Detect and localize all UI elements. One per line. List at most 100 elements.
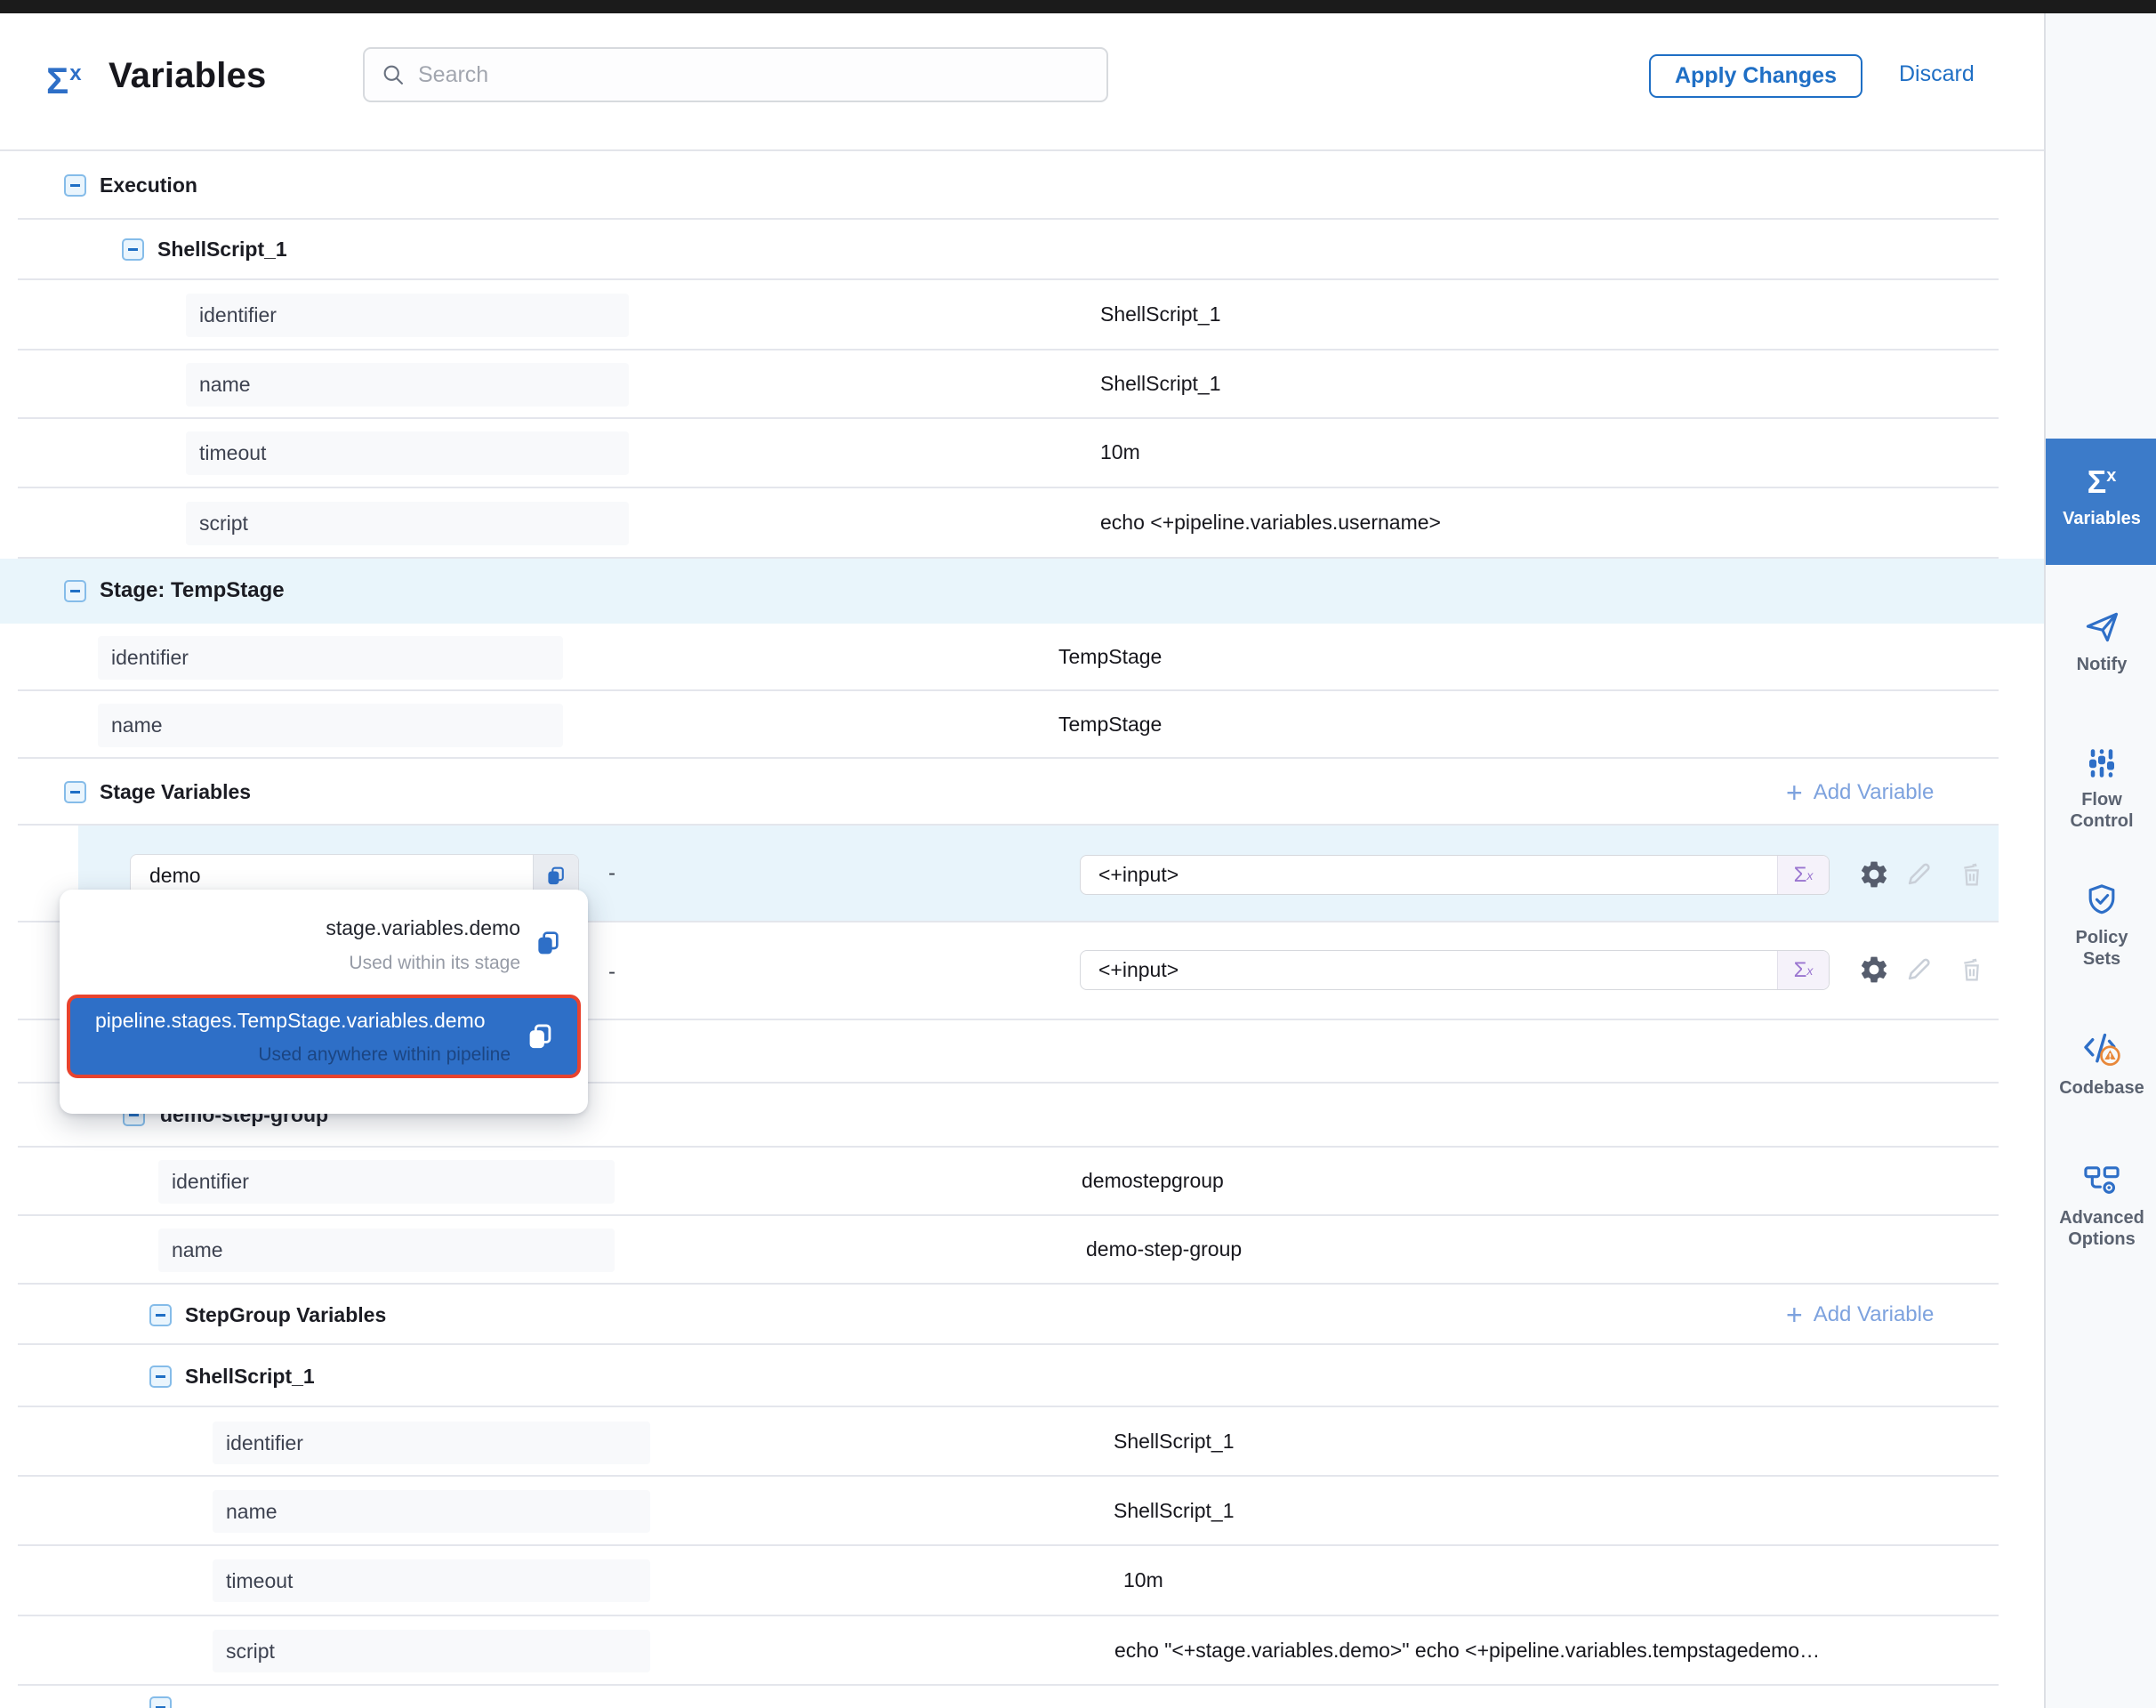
key-label: name [186, 363, 629, 407]
copy-icon[interactable] [535, 929, 563, 962]
collapse-icon[interactable] [149, 1696, 172, 1708]
key-label: name [98, 704, 563, 747]
right-sidebar: Σx Variables Notify Flow Control [2044, 13, 2156, 1708]
key-label: script [186, 502, 629, 545]
expression-type-icon[interactable]: Σx [1777, 856, 1829, 894]
value-text: ShellScript_1 [1100, 372, 1221, 396]
sidebar-item-label: Options [2046, 1229, 2156, 1250]
table-row-step: ShellScript_1 [0, 220, 2044, 280]
window-top-bar [0, 0, 2156, 13]
sidebar-item-label: Notify [2046, 654, 2156, 675]
variable-description: - [608, 960, 615, 985]
value-text: demo-step-group [1086, 1237, 1242, 1261]
add-variable-button[interactable]: + Add Variable [1786, 1301, 1934, 1329]
table-row-kv: script echo "<+stage.variables.demo>" ec… [0, 1616, 2044, 1686]
key-label: identifier [213, 1422, 650, 1464]
table-row-kv: name TempStage [0, 691, 2044, 759]
collapse-icon[interactable] [149, 1304, 172, 1326]
table-row-execution: Execution [0, 151, 2044, 220]
edit-pencil-icon[interactable] [1903, 954, 1935, 986]
advanced-options-flowchart-gear-icon [2046, 1159, 2156, 1200]
search-input[interactable] [418, 62, 1041, 88]
group-label: StepGroup Variables [185, 1303, 386, 1327]
apply-changes-button[interactable]: Apply Changes [1649, 54, 1862, 98]
key-label: identifier [186, 294, 629, 337]
expression-type-icon[interactable]: Σx [1777, 951, 1829, 989]
page-title: Variables [109, 56, 266, 96]
key-label: identifier [98, 636, 563, 680]
sidebar-item-variables[interactable]: Σx Variables [2046, 439, 2156, 565]
table-row-kv: name ShellScript_1 [0, 1477, 2044, 1546]
key-label: name [158, 1229, 615, 1272]
collapse-icon[interactable] [64, 781, 86, 803]
add-variable-label: Add Variable [1814, 1302, 1935, 1327]
key-label: identifier [158, 1160, 615, 1204]
table-row-kv: name demo-step-group [0, 1216, 2044, 1285]
key-label: name [213, 1490, 650, 1533]
delete-trash-icon[interactable] [1956, 858, 1988, 890]
sidebar-item-label: Policy [2046, 927, 2156, 948]
popover-option-pipeline-scope-selected[interactable]: pipeline.stages.TempStage.variables.demo… [67, 995, 581, 1078]
settings-gear-icon[interactable] [1858, 858, 1890, 890]
popover-option-stage-scope[interactable]: stage.variables.demo Used within its sta… [83, 916, 563, 974]
sidebar-item-flow-control[interactable]: Flow Control [2046, 745, 2156, 832]
discard-button[interactable]: Discard [1899, 61, 1975, 87]
plus-icon: + [1786, 1301, 1803, 1329]
value-text: demostepgroup [1082, 1169, 1224, 1193]
add-variable-button[interactable]: + Add Variable [1786, 778, 1934, 807]
variable-value-text: <+input> [1081, 856, 1777, 894]
value-text: echo <+pipeline.variables.username> [1100, 511, 1441, 535]
sidebar-item-label: Flow [2046, 789, 2156, 810]
edit-pencil-icon[interactable] [1903, 858, 1935, 890]
settings-gear-icon[interactable] [1858, 954, 1890, 986]
table-row-kv: script echo <+pipeline.variables.usernam… [0, 488, 2044, 559]
sidebar-item-label: Advanced [2046, 1207, 2156, 1229]
table-row-step: ShellScript_1 [0, 1345, 2044, 1407]
value-text: ShellScript_1 [1114, 1430, 1235, 1454]
table-row-kv: timeout 10m [0, 1546, 2044, 1616]
sidebar-item-notify[interactable]: Notify [2046, 608, 2156, 675]
collapse-icon[interactable] [64, 174, 86, 197]
collapse-icon[interactable] [64, 580, 86, 602]
group-label: ShellScript_1 [185, 1365, 315, 1389]
panel-header: Σx Variables Apply Changes Discard [0, 13, 2044, 151]
plus-icon: + [1786, 778, 1803, 807]
value-text: TempStage [1058, 713, 1162, 737]
collapse-icon[interactable] [122, 238, 144, 261]
variable-value-field[interactable]: <+input> Σx [1080, 950, 1830, 990]
delete-trash-icon[interactable] [1956, 954, 1988, 986]
variable-reference-popover: stage.variables.demo Used within its sta… [60, 890, 588, 1114]
key-label: script [213, 1630, 650, 1672]
table-row-kv: identifier ShellScript_1 [0, 280, 2044, 350]
table-row-stage-header: Stage: TempStage [0, 559, 2044, 624]
variable-description: - [608, 861, 615, 886]
variable-value-text: <+input> [1081, 951, 1777, 989]
collapse-icon[interactable] [149, 1366, 172, 1388]
variable-value-field[interactable]: <+input> Σx [1080, 855, 1830, 895]
table-row-kv: identifier TempStage [0, 624, 2044, 691]
search-icon [381, 62, 406, 87]
stage-title: Stage: TempStage [100, 578, 285, 603]
variable-scope-text: Used within its stage [83, 953, 520, 974]
value-text: 10m [1100, 440, 1140, 464]
sidebar-item-label: Codebase [2046, 1077, 2156, 1099]
table-row-kv: timeout 10m [0, 419, 2044, 488]
policy-sets-shield-check-icon [2046, 881, 2156, 920]
sidebar-item-advanced-options[interactable]: Advanced Options [2046, 1159, 2156, 1250]
variable-scope-text: Used anywhere within pipeline [70, 1044, 511, 1066]
sidebar-item-codebase[interactable]: Codebase [2046, 1027, 2156, 1099]
key-label: timeout [186, 431, 629, 475]
table-row-kv: name ShellScript_1 [0, 350, 2044, 419]
group-label: Stage Variables [100, 780, 251, 804]
value-text: echo "<+stage.variables.demo>" echo <+pi… [1114, 1639, 1820, 1663]
value-text: TempStage [1058, 645, 1162, 669]
copy-icon [545, 865, 567, 887]
sidebar-item-label: Variables [2046, 508, 2156, 529]
copy-icon[interactable] [526, 1021, 556, 1056]
search-box[interactable] [363, 47, 1108, 102]
variable-reference-text: pipeline.stages.TempStage.variables.demo [95, 1009, 486, 1033]
sidebar-item-policy-sets[interactable]: Policy Sets [2046, 881, 2156, 970]
notify-paper-plane-icon [2046, 608, 2156, 647]
table-row-stepgroup-variables: StepGroup Variables + Add Variable [0, 1285, 2044, 1345]
add-variable-label: Add Variable [1814, 780, 1935, 805]
